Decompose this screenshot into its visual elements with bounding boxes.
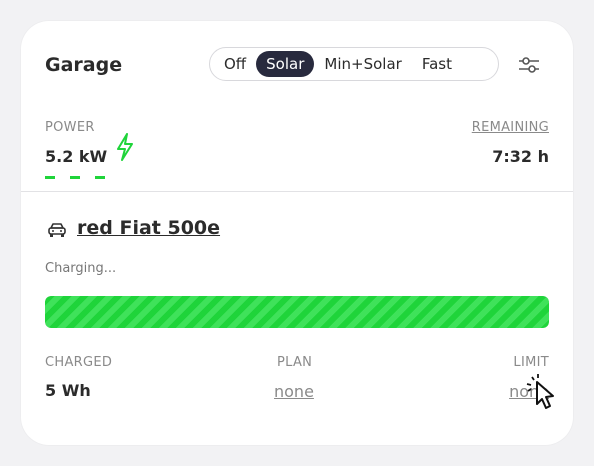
settings-sliders-icon[interactable] (517, 54, 541, 76)
charged-label: CHARGED (45, 355, 113, 370)
mode-solar[interactable]: Solar (256, 51, 315, 77)
plan-link[interactable]: none (274, 382, 314, 401)
charging-status: Charging... (45, 261, 117, 276)
pointer-cursor-icon (526, 374, 554, 409)
car-icon (48, 223, 66, 237)
plan-label: PLAN (277, 355, 313, 370)
power-value: 5.2 kW (45, 147, 108, 166)
mode-min-solar[interactable]: Min+Solar (314, 51, 411, 77)
vehicle-name-link[interactable]: red Fiat 500e (77, 217, 220, 239)
mode-off[interactable]: Off (214, 51, 256, 77)
power-indicator (45, 176, 115, 179)
loadpoint-card: Garage Off Solar Min+Solar Fast POWER 5.… (21, 21, 573, 445)
power-label: POWER (45, 120, 95, 135)
lightning-bolt-icon (117, 133, 133, 161)
charge-progress-fill (45, 296, 549, 328)
loadpoint-title: Garage (45, 54, 123, 76)
charged-value: 5 Wh (45, 381, 91, 400)
mode-fast[interactable]: Fast (412, 51, 462, 77)
charge-mode-selector: Off Solar Min+Solar Fast (209, 47, 499, 81)
limit-label: LIMIT (513, 355, 549, 370)
charge-progress-bar (45, 296, 549, 328)
remaining-value: 7:32 h (492, 147, 549, 166)
remaining-label[interactable]: REMAINING (472, 120, 549, 135)
section-divider (21, 191, 573, 192)
